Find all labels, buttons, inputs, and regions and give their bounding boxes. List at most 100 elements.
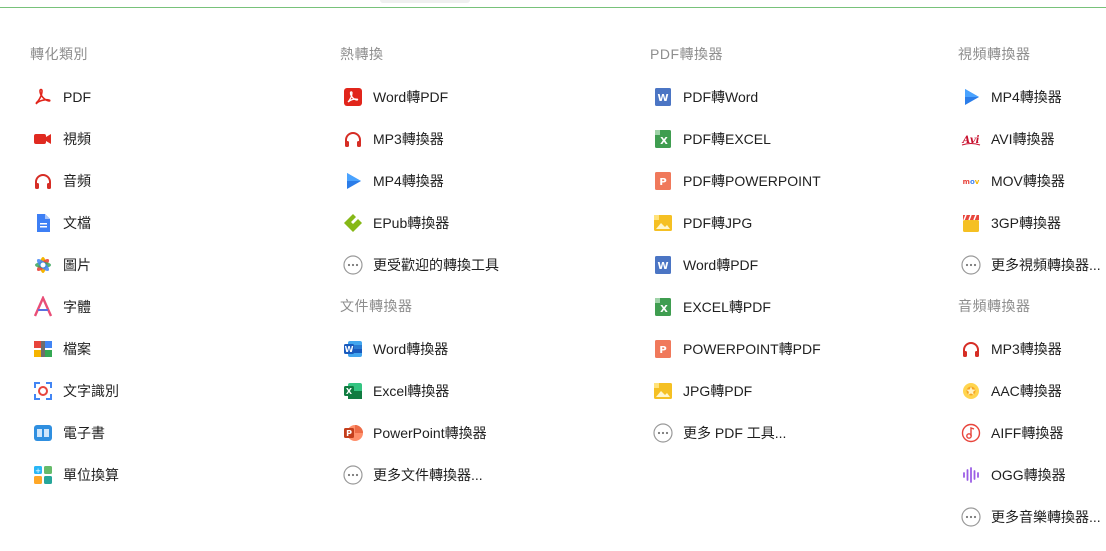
aac-icon	[960, 380, 982, 402]
menu-link-label: Excel轉換器	[373, 383, 450, 399]
svg-text:W: W	[657, 261, 668, 272]
column-subheading: 音頻轉換器	[958, 298, 1031, 314]
menu-link[interactable]: X EXCEL轉PDF	[652, 295, 771, 319]
menu-link-label: EXCEL轉PDF	[683, 299, 771, 315]
menu-link[interactable]: MP4轉換器	[960, 85, 1062, 109]
more-icon	[342, 254, 364, 276]
column-heading: 視頻轉換器	[958, 46, 1031, 62]
menu-link-label: 更多音樂轉換器...	[991, 509, 1101, 525]
menu-link-label: 單位換算	[63, 467, 119, 483]
menu-link[interactable]: + 單位換算	[32, 463, 119, 487]
headphones-icon	[960, 338, 982, 360]
more-icon	[960, 506, 982, 528]
document-icon	[32, 212, 54, 234]
column-heading: 轉化類別	[30, 46, 88, 62]
menu-link[interactable]: AIFF轉換器	[960, 421, 1063, 445]
ppt-doc-icon: P	[652, 338, 674, 360]
menu-link[interactable]: EPub轉換器	[342, 211, 449, 235]
menu-link[interactable]: 圖片	[32, 253, 91, 277]
column-heading: PDF轉換器	[650, 46, 723, 62]
excel-icon: X	[342, 380, 364, 402]
menu-link[interactable]: P POWERPOINT轉PDF	[652, 337, 821, 361]
menu-link-label: PDF轉POWERPOINT	[683, 173, 821, 189]
menu-link-label: OGG轉換器	[991, 467, 1066, 483]
menu-link[interactable]: PDF	[32, 85, 91, 109]
menu-link[interactable]: P PowerPoint轉換器	[342, 421, 487, 445]
menu-link[interactable]: MP3轉換器	[342, 127, 444, 151]
menu-link-label: PDF轉EXCEL	[683, 131, 771, 147]
svg-text:+: +	[35, 467, 41, 475]
menu-link-label: MP3轉換器	[373, 131, 444, 147]
menu-link[interactable]: 檔案	[32, 337, 91, 361]
menu-link[interactable]: 更多 PDF 工具...	[652, 421, 786, 445]
menu-link[interactable]: 視頻	[32, 127, 91, 151]
menu-link-label: AVI轉換器	[991, 131, 1055, 147]
menu-link-label: 更多文件轉換器...	[373, 467, 483, 483]
menu-link[interactable]: MP4轉換器	[342, 169, 444, 193]
play-icon	[960, 86, 982, 108]
menu-link-label: 字體	[63, 299, 91, 315]
headphones-icon	[32, 170, 54, 192]
svg-text:P: P	[659, 345, 666, 356]
image-icon	[32, 254, 54, 276]
word-icon: W	[342, 338, 364, 360]
jpg-doc-icon	[652, 380, 674, 402]
jpg-doc-icon	[652, 212, 674, 234]
menu-link[interactable]: W Word轉換器	[342, 337, 448, 361]
menu-link[interactable]: X Excel轉換器	[342, 379, 449, 403]
menu-link[interactable]: 文檔	[32, 211, 91, 235]
menu-link[interactable]: AAC轉換器	[960, 379, 1062, 403]
menu-link[interactable]: 文字識別	[32, 379, 119, 403]
menu-link[interactable]: 字體	[32, 295, 91, 319]
waveform-icon	[960, 464, 982, 486]
menu-link-label: AIFF轉換器	[991, 425, 1064, 441]
menu-link-label: MOV轉換器	[991, 173, 1065, 189]
svg-text:X: X	[346, 387, 353, 396]
clapper-icon	[960, 212, 982, 234]
menu-link-label: 文檔	[63, 215, 91, 231]
menu-link[interactable]: 更多音樂轉換器...	[960, 505, 1101, 529]
menu-link-label: 更多 PDF 工具...	[683, 425, 787, 441]
menu-link[interactable]: P PDF轉POWERPOINT	[652, 169, 821, 193]
menu-link[interactable]: 音頻	[32, 169, 91, 193]
word-doc-icon: W	[652, 86, 674, 108]
menu-link[interactable]: JPG轉PDF	[652, 379, 752, 403]
word-doc-icon: W	[652, 254, 674, 276]
svg-text:X: X	[660, 304, 668, 315]
excel-doc-icon: X	[652, 128, 674, 150]
menu-link-label: EPub轉換器	[373, 215, 450, 231]
archive-icon	[32, 338, 54, 360]
menu-link-label: PDF轉JPG	[683, 215, 753, 231]
more-icon	[960, 254, 982, 276]
menu-link-label: Word轉PDF	[683, 257, 759, 273]
menu-link[interactable]: 更多文件轉換器...	[342, 463, 483, 487]
svg-text:X: X	[660, 136, 668, 147]
menu-link-label: 更受歡迎的轉換工具	[373, 257, 499, 273]
menu-link[interactable]: Word轉PDF	[342, 85, 448, 109]
play-icon	[342, 170, 364, 192]
menu-link[interactable]: 3GP轉換器	[960, 211, 1061, 235]
menu-link[interactable]: 電子書	[32, 421, 105, 445]
menu-link[interactable]: 更多視頻轉換器...	[960, 253, 1101, 277]
epub-icon	[342, 212, 364, 234]
menu-link-label: 音頻	[63, 173, 91, 189]
menu-link[interactable]: OGG轉換器	[960, 463, 1066, 487]
menu-link[interactable]: Avi AVI轉換器	[960, 127, 1055, 151]
svg-text:mov: mov	[963, 178, 980, 186]
menu-link-label: 3GP轉換器	[991, 215, 1062, 231]
menu-link[interactable]: MP3轉換器	[960, 337, 1062, 361]
column-heading: 熱轉換	[340, 46, 384, 62]
menu-link-label: Word轉換器	[373, 341, 449, 357]
more-icon	[652, 422, 674, 444]
menu-link[interactable]: W PDF轉Word	[652, 85, 758, 109]
menu-link-label: JPG轉PDF	[683, 383, 753, 399]
menu-link-label: 檔案	[63, 341, 91, 357]
menu-link[interactable]: PDF轉JPG	[652, 211, 752, 235]
video-icon	[32, 128, 54, 150]
menu-link-label: AAC轉換器	[991, 383, 1062, 399]
menu-link[interactable]: W Word轉PDF	[652, 253, 758, 277]
menu-link[interactable]: mov MOV轉換器	[960, 169, 1065, 193]
menu-link[interactable]: 更受歡迎的轉換工具	[342, 253, 499, 277]
menu-link[interactable]: X PDF轉EXCEL	[652, 127, 771, 151]
menu-link-label: MP4轉換器	[991, 89, 1062, 105]
